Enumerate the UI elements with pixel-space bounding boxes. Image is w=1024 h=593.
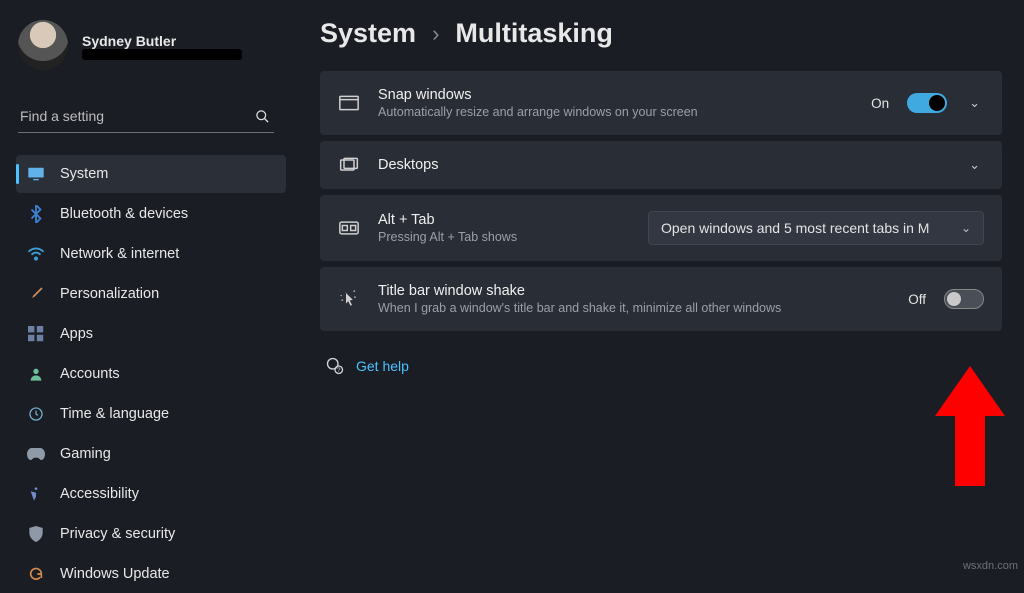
sidebar-item-network[interactable]: Network & internet (16, 235, 286, 273)
sidebar-item-label: Apps (60, 326, 93, 342)
setting-title: Desktops (378, 157, 947, 173)
chevron-down-icon[interactable]: ⌄ (965, 157, 984, 173)
chevron-down-icon: ⌄ (961, 221, 971, 235)
main-content: System › Multitasking Snap windows Autom… (290, 0, 1024, 576)
setting-description: When I grab a window's title bar and sha… (378, 301, 890, 315)
user-account[interactable]: Sydney Butler (16, 14, 286, 72)
desktops-icon (338, 157, 360, 173)
chevron-down-icon[interactable]: ⌄ (965, 95, 984, 111)
watermark: wsxdn.com (963, 560, 1018, 572)
setting-row-snap-windows[interactable]: Snap windows Automatically resize and ar… (320, 71, 1002, 135)
chevron-right-icon: › (432, 21, 439, 47)
sidebar-item-personalization[interactable]: Personalization (16, 275, 286, 313)
get-help-row: ? Get help (320, 337, 1002, 395)
title-bar-shake-toggle[interactable] (944, 289, 984, 309)
sidebar-item-apps[interactable]: Apps (16, 315, 286, 353)
sidebar-item-label: Accessibility (60, 486, 139, 502)
sidebar-item-label: Network & internet (60, 246, 179, 262)
search-icon (255, 109, 270, 124)
cursor-shake-icon (338, 290, 360, 308)
dropdown-selected: Open windows and 5 most recent tabs in M (661, 220, 929, 236)
sidebar-item-bluetooth[interactable]: Bluetooth & devices (16, 195, 286, 233)
bluetooth-icon (26, 204, 46, 224)
page-title: Multitasking (455, 18, 613, 49)
sidebar-item-system[interactable]: System (16, 155, 286, 193)
sidebar: Sydney Butler System Bluetooth & devi (0, 0, 290, 576)
setting-row-desktops[interactable]: Desktops ⌄ (320, 141, 1002, 189)
snap-windows-toggle[interactable] (907, 93, 947, 113)
sidebar-item-label: Time & language (60, 406, 169, 422)
grid-icon (26, 324, 46, 344)
setting-title: Snap windows (378, 87, 853, 103)
sidebar-item-label: Gaming (60, 446, 111, 462)
sidebar-item-accounts[interactable]: Accounts (16, 355, 286, 393)
sidebar-item-label: System (60, 166, 108, 182)
setting-title: Title bar window shake (378, 283, 890, 299)
gamepad-icon (26, 444, 46, 464)
sidebar-item-privacy[interactable]: Privacy & security (16, 515, 286, 553)
setting-title: Alt + Tab (378, 212, 630, 228)
sidebar-item-label: Personalization (60, 286, 159, 302)
user-email-redacted (82, 51, 242, 57)
setting-row-alt-tab: Alt + Tab Pressing Alt + Tab shows Open … (320, 195, 1002, 261)
breadcrumb-root[interactable]: System (320, 18, 416, 49)
sidebar-item-time[interactable]: Time & language (16, 395, 286, 433)
sidebar-item-label: Accounts (60, 366, 120, 382)
toggle-state-label: On (871, 96, 889, 111)
display-icon (26, 164, 46, 184)
sidebar-item-gaming[interactable]: Gaming (16, 435, 286, 473)
setting-row-title-bar-shake: Title bar window shake When I grab a win… (320, 267, 1002, 331)
breadcrumb: System › Multitasking (320, 18, 1002, 49)
nav: System Bluetooth & devices Network & int… (16, 155, 286, 593)
setting-description: Pressing Alt + Tab shows (378, 230, 630, 244)
user-name: Sydney Butler (82, 33, 242, 49)
person-icon (26, 364, 46, 384)
window-icon (338, 95, 360, 111)
get-help-link[interactable]: Get help (356, 358, 409, 374)
sidebar-item-accessibility[interactable]: Accessibility (16, 475, 286, 513)
toggle-state-label: Off (908, 292, 926, 307)
sidebar-item-update[interactable]: Windows Update (16, 555, 286, 593)
sidebar-item-label: Bluetooth & devices (60, 206, 188, 222)
sidebar-item-label: Windows Update (60, 566, 170, 582)
wifi-icon (26, 244, 46, 264)
setting-description: Automatically resize and arrange windows… (378, 105, 853, 119)
sidebar-item-label: Privacy & security (60, 526, 175, 542)
search-input[interactable] (20, 108, 255, 124)
sync-icon (26, 564, 46, 584)
clock-icon (26, 404, 46, 424)
shield-icon (26, 524, 46, 544)
accessibility-icon (26, 484, 46, 504)
alt-tab-dropdown[interactable]: Open windows and 5 most recent tabs in M… (648, 211, 984, 245)
search-input-wrapper[interactable] (18, 102, 274, 133)
brush-icon (26, 284, 46, 304)
avatar (18, 20, 68, 70)
help-icon: ? (326, 357, 344, 375)
alt-tab-icon (338, 221, 360, 235)
